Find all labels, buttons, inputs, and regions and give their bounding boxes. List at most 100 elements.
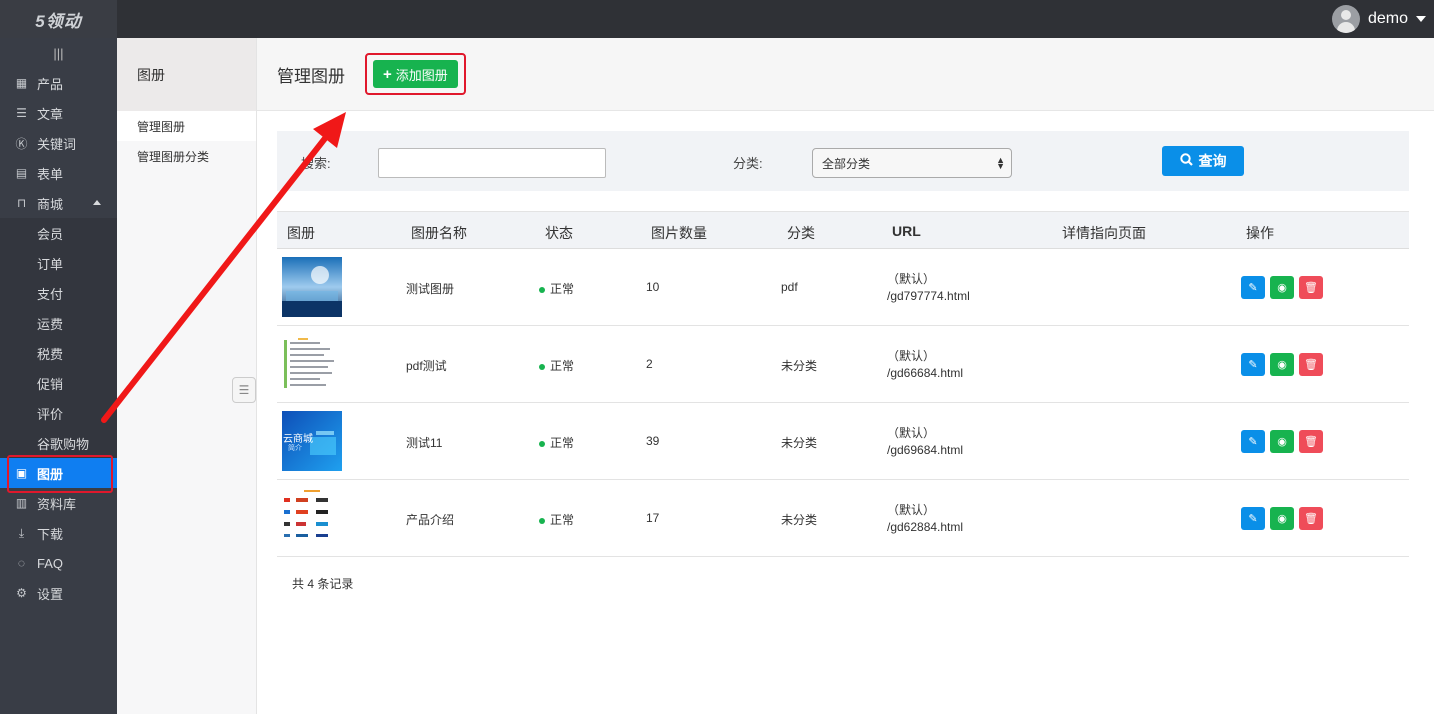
sidebar-highlight [7,455,113,493]
view-button[interactable]: ◉ [1270,507,1294,530]
shop-icon: ⊓ [16,196,27,210]
sidebar-item-shipping[interactable]: 运费 [0,308,117,338]
download-icon: ⤓ [18,525,25,540]
sidebar-item-tax[interactable]: 税费 [0,338,117,368]
search-icon [1179,153,1193,169]
table-row: 产品介绍 正常 17 未分类 （默认）/gd62884.html ✎ ◉ 🗑 [277,480,1409,557]
status-dot-icon [539,363,545,370]
sidebar: ||| ▦ 产品 ☰ 文章 Ⓚ 关键词 ▤ 表单 ⊓ 商城 会员 订单 支付 运费 税费 … [0,38,117,714]
user-name[interactable]: demo [1368,10,1408,28]
edit-icon: ✎ [1248,359,1258,371]
sidebar-item-orders[interactable]: 订单 [0,248,117,278]
image-count: 39 [646,434,660,448]
table-row: 云商城 简介 测试11 正常 39 未分类 （默认）/gd69684.html … [277,403,1409,480]
collapse-subnav-button[interactable]: ☰ [232,377,256,403]
user-menu[interactable]: demo [1331,4,1426,34]
add-album-button[interactable]: + 添加图册 [373,60,458,88]
trash-icon: 🗑 [1304,513,1318,525]
add-button-highlight: + 添加图册 [365,53,466,95]
document-icon: ☰ [16,106,27,120]
status-badge: 正常 [539,434,574,451]
album-name: 产品介绍 [406,513,455,527]
menu-collapse-icon: ☰ [238,383,250,397]
view-button[interactable]: ◉ [1270,430,1294,453]
search-button[interactable]: 查询 [1162,146,1244,176]
sidebar-item-articles[interactable]: ☰ 文章 [0,98,117,128]
subnav-item-manage-categories[interactable]: 管理图册分类 [117,141,256,171]
header-url: URL [892,223,921,239]
sidebar-item-forms[interactable]: ▤ 表单 [0,158,117,188]
album-url: （默认）/gd69684.html [887,426,964,457]
logo[interactable]: 5领动 [0,0,117,38]
category-label: 分类: [733,156,763,171]
album-name: 测试图册 [406,282,455,296]
edit-button[interactable]: ✎ [1241,353,1265,376]
album-url: （默认）/gd66684.html [887,349,964,380]
image-count: 17 [646,511,660,525]
header-name: 图册名称 [411,225,467,241]
sidebar-item-faq[interactable]: ◌ FAQ [0,548,117,578]
header-detail-page: 详情指向页面 [1062,225,1146,241]
table-row: 测试图册 正常 10 pdf （默认）/gd797774.html ✎ ◉ 🗑 [277,249,1409,326]
category-select[interactable]: 全部分类 ▲ ▼ [812,148,1012,178]
header-category: 分类 [787,225,815,241]
sidebar-item-google-shopping[interactable]: 谷歌购物 [0,428,117,458]
header-status: 状态 [545,225,573,241]
eye-icon: ◉ [1277,436,1287,448]
album-category: 未分类 [781,513,818,527]
sidebar-item-promotions[interactable]: 促销 [0,368,117,398]
row-actions: ✎ ◉ 🗑 [1241,353,1323,376]
edit-button[interactable]: ✎ [1241,430,1265,453]
album-name: pdf测试 [406,359,447,373]
sidebar-item-keywords[interactable]: Ⓚ 关键词 [0,128,117,158]
album-category: 未分类 [781,359,818,373]
album-thumbnail[interactable] [282,488,342,548]
keyword-label: 搜索: [301,156,331,171]
sidebar-item-payment[interactable]: 支付 [0,278,117,308]
delete-button[interactable]: 🗑 [1299,353,1323,376]
sidebar-item-members[interactable]: 会员 [0,218,117,248]
album-thumbnail[interactable]: 云商城 简介 [282,411,342,471]
delete-button[interactable]: 🗑 [1299,507,1323,530]
row-actions: ✎ ◉ 🗑 [1241,507,1323,530]
avatar-icon[interactable] [1331,5,1360,33]
sidebar-item-reviews[interactable]: 评价 [0,398,117,428]
edit-button[interactable]: ✎ [1241,507,1265,530]
delete-button[interactable]: 🗑 [1299,276,1323,299]
album-category: 未分类 [781,436,818,450]
edit-button[interactable]: ✎ [1241,276,1265,299]
sidebar-item-products[interactable]: ▦ 产品 [0,68,117,98]
sidebar-toggle[interactable]: ||| [0,38,117,68]
album-name: 测试11 [406,436,443,450]
album-thumbnail[interactable] [282,257,342,317]
top-bar: 5领动 demo [0,0,1434,38]
keyword-icon: Ⓚ [15,136,28,151]
chevron-down-icon[interactable] [1416,16,1426,22]
table-row: pdf测试 正常 2 未分类 （默认）/gd66684.html ✎ ◉ 🗑 [277,326,1409,403]
header-actions: 操作 [1246,225,1274,241]
table-header: 图册 图册名称 状态 图片数量 分类 URL 详情指向页面 操作 [277,211,1409,249]
select-arrows-icon: ▲ ▼ [996,155,1005,171]
sidebar-item-settings[interactable]: ⚙ 设置 [0,578,117,608]
header-album: 图册 [287,225,315,241]
edit-icon: ✎ [1248,513,1258,525]
view-button[interactable]: ◉ [1270,276,1294,299]
album-thumbnail[interactable] [282,334,342,394]
search-input[interactable] [378,148,606,178]
eye-icon: ◉ [1277,359,1287,371]
main-content: 管理图册 + 添加图册 搜索: 分类: 全部分类 ▲ ▼ 查询 图册 图册名称 状态 … [257,38,1434,714]
delete-button[interactable]: 🗑 [1299,430,1323,453]
sidebar-item-shop[interactable]: ⊓ 商城 [0,188,117,218]
trash-icon: 🗑 [1304,359,1318,371]
record-count: 共 4 条记录 [292,577,354,591]
settings-icon: ⚙ [16,586,27,600]
sidebar-item-downloads[interactable]: ⤓ 下载 [0,518,117,548]
view-button[interactable]: ◉ [1270,353,1294,376]
album-category: pdf [781,280,798,294]
album-url: （默认）/gd62884.html [887,503,964,534]
trash-icon: 🗑 [1304,282,1318,294]
grid-icon: ▦ [15,76,28,90]
status-badge: 正常 [539,280,574,297]
subnav-item-manage-albums[interactable]: 管理图册 [117,111,256,141]
plus-icon: + [383,65,392,83]
